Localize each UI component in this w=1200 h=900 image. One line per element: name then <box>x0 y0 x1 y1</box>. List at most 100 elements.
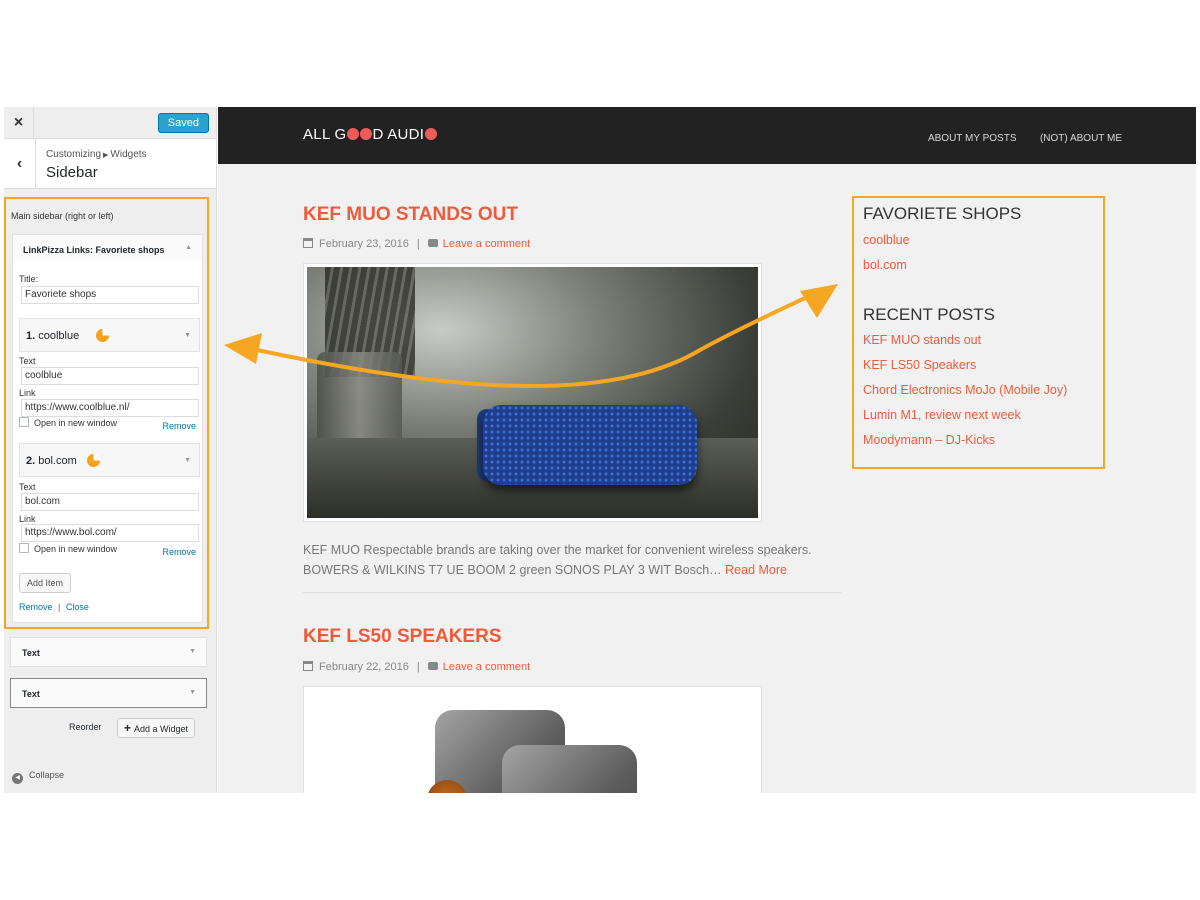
back-chevron-icon[interactable]: ‹ <box>4 139 36 188</box>
text-field-label: Text <box>19 356 36 366</box>
logo-text-end: D AUDI <box>372 126 425 143</box>
post-meta: February 22, 2016 | Leave a comment <box>303 661 530 673</box>
calendar-icon <box>303 661 313 671</box>
new-window-option: Open in new window <box>19 543 117 554</box>
actions-separator: | <box>58 602 61 612</box>
title-field-label: Title: <box>19 274 39 284</box>
recent-post-link[interactable]: KEF MUO stands out <box>863 333 981 347</box>
section-title: Sidebar <box>46 164 98 181</box>
remove-item-link[interactable]: Remove <box>162 547 196 557</box>
recent-post-link[interactable]: Moodymann – DJ-Kicks <box>863 433 995 447</box>
calendar-icon <box>303 238 313 248</box>
post-image-ls50[interactable] <box>303 686 762 793</box>
shop-link[interactable]: bol.com <box>863 258 907 272</box>
widget-actions: Remove | Close <box>19 602 89 612</box>
close-widget-link[interactable]: Close <box>66 602 89 612</box>
new-window-option: Open in new window <box>19 417 117 428</box>
link-field-label: Link <box>19 514 36 524</box>
add-widget-button[interactable]: + Add a Widget <box>117 718 196 738</box>
favoriete-shops-title: FAVORIETE SHOPS <box>863 204 1022 223</box>
post-title[interactable]: KEF LS50 SPEAKERS <box>303 626 502 648</box>
speaker-photo <box>307 267 758 518</box>
nav-about-my-posts[interactable]: ABOUT MY POSTS <box>928 133 1017 144</box>
post-image-speaker[interactable] <box>303 263 762 522</box>
breadcrumb: Customizing ▶ Widgets <box>46 149 147 160</box>
plus-icon: + <box>124 721 132 735</box>
widget-text-2[interactable]: Text ▼ <box>10 678 207 708</box>
breadcrumb-customizing: Customizing <box>46 149 102 160</box>
text-field[interactable]: bol.com <box>21 493 199 511</box>
link-item-header[interactable]: 1. coolblue ▼ <box>19 318 200 352</box>
recent-posts-title: RECENT POSTS <box>863 305 995 324</box>
meta-separator: | <box>416 661 420 673</box>
add-item-button[interactable]: Add Item <box>19 573 72 593</box>
text-field-label: Text <box>19 482 36 492</box>
logo-dot-icon <box>359 128 372 140</box>
section-header: ‹ Customizing ▶ Widgets Sidebar <box>4 139 216 189</box>
meta-separator: | <box>416 238 420 250</box>
toggle-arrow-icon[interactable]: ▼ <box>184 457 191 464</box>
link-field[interactable]: https://www.bol.com/ <box>21 524 199 542</box>
toggle-arrow-icon[interactable]: ▼ <box>189 648 196 655</box>
post-meta: February 23, 2016 | Leave a comment <box>303 238 530 250</box>
post-date: February 22, 2016 <box>319 661 409 673</box>
pie-chart-icon <box>87 454 100 467</box>
logo-text-start: ALL G <box>303 126 347 143</box>
title-field[interactable]: Favoriete shops <box>21 286 199 304</box>
recent-post-link[interactable]: Lumin M1, review next week <box>863 408 1021 422</box>
link-item-name: coolblue <box>38 330 80 342</box>
remove-item-link[interactable]: Remove <box>162 421 196 431</box>
comment-icon <box>427 662 438 670</box>
text-field[interactable]: coolblue <box>21 367 199 385</box>
photo-speaker-right <box>502 745 637 793</box>
widget-label: Text <box>22 689 40 699</box>
collapse-label: Collapse <box>29 770 65 780</box>
link-item-title: 2. bol.com <box>26 455 77 467</box>
link-item-header[interactable]: 2. bol.com ▼ <box>19 443 200 477</box>
post-excerpt: KEF MUO Respectable brands are taking ov… <box>303 540 823 580</box>
post-divider <box>303 592 841 593</box>
new-window-checkbox[interactable] <box>19 543 29 553</box>
toggle-arrow-icon[interactable]: ▼ <box>184 332 191 339</box>
post-title[interactable]: KEF MUO STANDS OUT <box>303 204 518 226</box>
comment-icon <box>427 239 438 247</box>
collapse-button[interactable]: ◀ Collapse <box>12 770 64 784</box>
nav-not-about-me[interactable]: (NOT) ABOUT ME <box>1040 133 1122 144</box>
saved-button[interactable]: Saved <box>157 113 209 133</box>
link-item-name: bol.com <box>38 455 77 467</box>
remove-widget-link[interactable]: Remove <box>19 602 53 612</box>
breadcrumb-arrow-icon: ▶ <box>103 152 109 159</box>
new-window-label: Open in new window <box>34 418 118 428</box>
new-window-label: Open in new window <box>34 544 118 554</box>
customizer-panel: × Saved ‹ Customizing ▶ Widgets Sidebar Ma… <box>4 107 217 793</box>
site-nav: ABOUT MY POSTS (NOT) ABOUT ME <box>909 128 1122 146</box>
collapse-arrow-icon: ◀ <box>12 773 23 784</box>
customizer-topbar: × Saved <box>4 107 216 139</box>
link-item-title: 1. coolblue <box>26 330 79 342</box>
widget-area-title: Main sidebar (right or left) <box>11 211 114 221</box>
site-logo[interactable]: ALL G D AUDI <box>303 126 437 143</box>
ls50-photo <box>307 690 758 793</box>
link-item-number: 2. <box>26 455 36 467</box>
recent-post-link[interactable]: KEF LS50 Speakers <box>863 358 976 372</box>
link-item-number: 1. <box>26 330 36 342</box>
recent-post-link[interactable]: Chord Electronics MoJo (Mobile Joy) <box>863 383 1067 397</box>
read-more-link[interactable]: Read More <box>725 563 787 577</box>
photo-speaker-cone <box>427 780 467 793</box>
toggle-arrow-icon[interactable]: ▲ <box>185 244 192 251</box>
add-widget-label: Add a Widget <box>134 724 189 734</box>
link-field[interactable]: https://www.coolblue.nl/ <box>21 399 199 417</box>
reorder-link[interactable]: Reorder <box>69 722 102 732</box>
toggle-arrow-icon[interactable]: ▼ <box>189 689 196 696</box>
photo-speaker <box>483 405 697 485</box>
comment-link[interactable]: Leave a comment <box>443 238 530 250</box>
shop-link[interactable]: coolblue <box>863 233 910 247</box>
widget-body: Title: Favoriete shops 1. coolblue ▼ Tex… <box>12 260 203 623</box>
site-header: ALL G D AUDI ABOUT MY POSTS (NOT) ABOUT M… <box>218 107 1196 164</box>
widget-area-highlight: Main sidebar (right or left) LinkPizza L… <box>4 197 209 629</box>
comment-link[interactable]: Leave a comment <box>443 661 530 673</box>
close-icon[interactable]: × <box>4 107 34 139</box>
logo-dot-icon <box>424 128 437 140</box>
new-window-checkbox[interactable] <box>19 417 29 427</box>
widget-text-1[interactable]: Text ▼ <box>10 637 207 667</box>
